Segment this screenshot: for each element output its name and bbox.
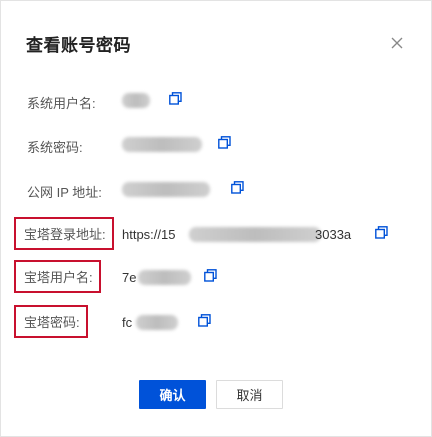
field-value-suffix: 3033a <box>315 227 352 242</box>
redacted-value <box>136 315 178 330</box>
copy-icon[interactable] <box>204 269 217 282</box>
field-label: 系统密码: <box>27 140 83 155</box>
field-row-bt-login-url: 宝塔登录地址: https://15 3033a <box>1 217 431 251</box>
field-label: 系统用户名: <box>27 96 96 111</box>
account-password-dialog: 查看账号密码 系统用户名: 系统密码: 公网 IP 地址: 宝塔登录地址: ht… <box>0 0 432 437</box>
close-icon[interactable] <box>390 36 404 50</box>
field-row-bt-username: 宝塔用户名: 7e <box>1 260 431 294</box>
confirm-button[interactable]: 确认 <box>139 380 206 409</box>
field-row-system-username: 系统用户名: <box>1 87 431 117</box>
copy-icon[interactable] <box>169 92 182 105</box>
redacted-value <box>189 227 321 242</box>
cancel-button[interactable]: 取消 <box>216 380 283 409</box>
field-row-public-ip: 公网 IP 地址: <box>1 176 431 206</box>
field-label-highlighted: 宝塔用户名: <box>14 260 101 293</box>
redacted-value <box>122 182 210 197</box>
field-row-bt-password: 宝塔密码: fc <box>1 305 431 339</box>
field-value-prefix: https://15 <box>122 227 176 242</box>
copy-icon[interactable] <box>231 181 244 194</box>
redacted-value <box>122 93 150 108</box>
field-label-highlighted: 宝塔密码: <box>14 305 88 338</box>
field-row-system-password: 系统密码: <box>1 131 431 161</box>
copy-icon[interactable] <box>218 136 231 149</box>
field-label-highlighted: 宝塔登录地址: <box>14 217 114 250</box>
field-value-prefix: 7e <box>122 270 137 285</box>
redacted-value <box>122 137 202 152</box>
copy-icon[interactable] <box>375 226 388 239</box>
field-value-prefix: fc <box>122 315 133 330</box>
copy-icon[interactable] <box>198 314 211 327</box>
redacted-value <box>138 270 191 285</box>
field-label: 公网 IP 地址: <box>27 185 102 200</box>
dialog-title: 查看账号密码 <box>26 36 131 55</box>
